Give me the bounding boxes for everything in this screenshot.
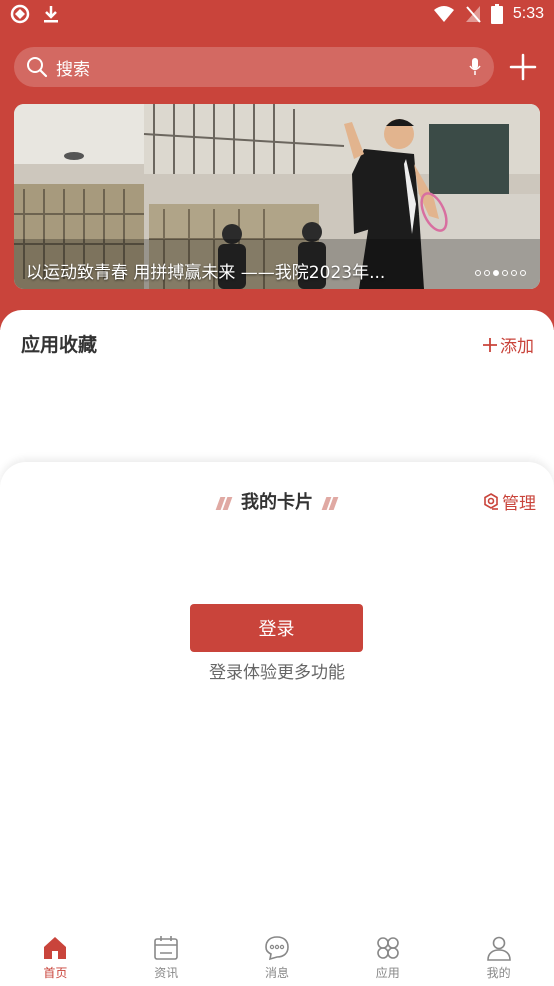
cards-header: 我的卡片	[0, 488, 554, 514]
pagination-dot-active[interactable]	[493, 270, 499, 276]
cards-title: 我的卡片	[241, 492, 313, 513]
nav-apps[interactable]: 应用	[332, 932, 443, 986]
add-favorite-button[interactable]: 添加	[482, 332, 534, 357]
pagination-dot[interactable]	[502, 270, 508, 276]
bottom-navigation: 首页 资讯 消息 应用 我的	[0, 932, 554, 986]
manage-cards-button[interactable]: 管理	[482, 489, 536, 514]
nav-label: 首页	[43, 966, 68, 980]
download-icon	[44, 6, 58, 23]
favorites-title: 应用收藏	[21, 334, 98, 356]
wifi-icon	[433, 6, 454, 22]
nav-news[interactable]: 资讯	[111, 932, 222, 986]
user-icon	[486, 936, 511, 961]
no-signal-icon	[465, 6, 481, 23]
banner-pagination	[475, 270, 526, 276]
apps-icon	[376, 937, 399, 959]
search-icon	[27, 57, 48, 78]
nav-label: 资讯	[154, 966, 179, 980]
app-logo-icon	[10, 4, 30, 24]
microphone-icon[interactable]	[468, 57, 482, 77]
nav-label: 我的	[486, 966, 511, 980]
settings-icon	[484, 492, 498, 510]
search-bar[interactable]: 搜索	[14, 47, 494, 87]
chat-icon	[265, 936, 289, 961]
pagination-dot[interactable]	[520, 270, 526, 276]
calendar-icon	[154, 936, 178, 960]
nav-label: 消息	[264, 966, 289, 980]
nav-home[interactable]: 首页	[0, 932, 111, 986]
title-decoration-right	[321, 493, 339, 514]
banner-caption: 以运动致青春 用拼搏赢未来 ——我院2023年...	[26, 263, 386, 283]
pagination-dot[interactable]	[511, 270, 517, 276]
manage-label: 管理	[502, 494, 536, 514]
login-button[interactable]: 登录	[190, 604, 363, 652]
nav-profile[interactable]: 我的	[443, 932, 554, 986]
status-time: 5:33	[512, 5, 544, 22]
add-icon[interactable]	[506, 50, 540, 84]
nav-label: 应用	[375, 966, 400, 980]
pagination-dot[interactable]	[475, 270, 481, 276]
title-decoration-left	[215, 493, 233, 514]
battery-icon	[490, 4, 503, 24]
search-placeholder: 搜索	[56, 59, 90, 80]
add-favorite-label: 添加	[500, 337, 534, 357]
plus-icon	[483, 337, 497, 352]
home-icon	[44, 937, 67, 959]
news-banner[interactable]: 以运动致青春 用拼搏赢未来 ——我院2023年...	[14, 104, 540, 289]
status-bar: 5:33	[0, 0, 554, 30]
nav-messages[interactable]: 消息	[222, 932, 333, 986]
login-hint: 登录体验更多功能	[209, 663, 345, 683]
pagination-dot[interactable]	[484, 270, 490, 276]
my-cards-panel: 我的卡片 管理 登录 登录体验更多功能	[0, 462, 554, 932]
